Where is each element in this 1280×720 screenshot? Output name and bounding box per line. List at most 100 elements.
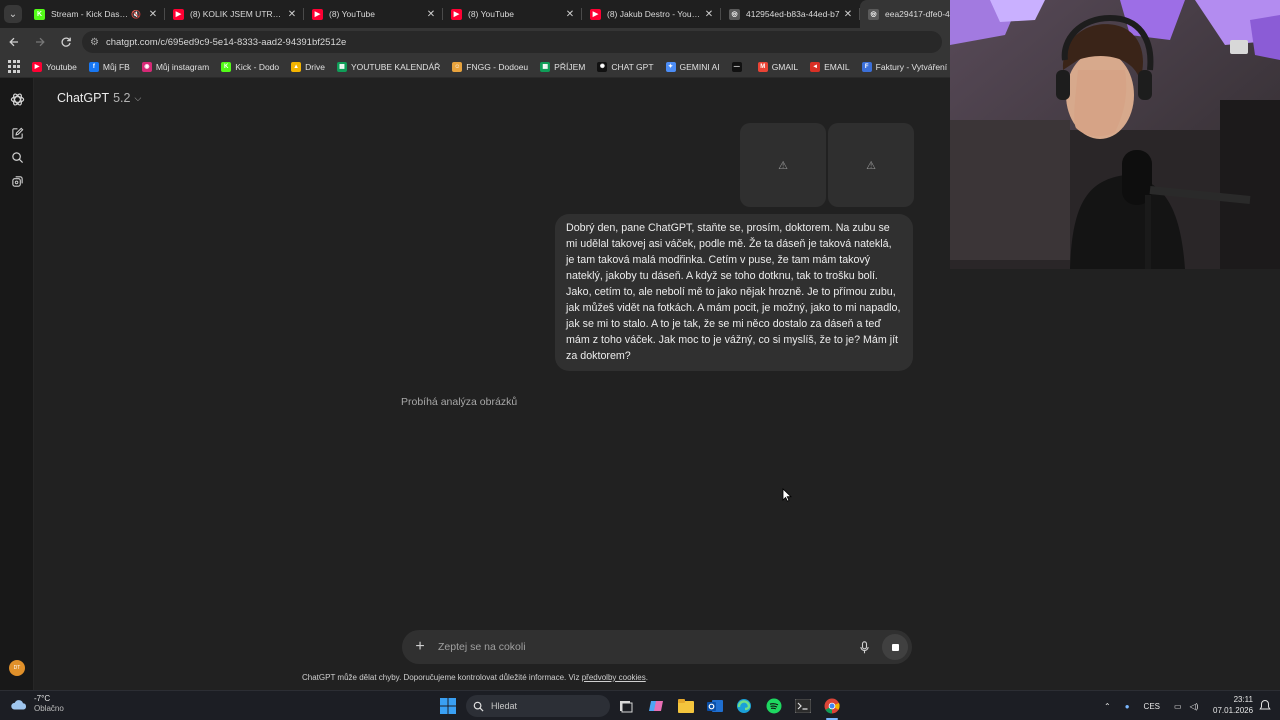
bookmark-item[interactable]: ✦ GEMINI AI bbox=[665, 61, 720, 72]
arrow-left-icon bbox=[9, 37, 18, 47]
cookie-preferences-link[interactable]: předvolby cookies bbox=[582, 673, 646, 682]
close-tab-icon[interactable]: ✕ bbox=[564, 9, 576, 20]
bookmark-item[interactable]: ▲ Drive bbox=[291, 61, 325, 72]
temperature: -7°C bbox=[34, 694, 51, 703]
stop-generating-button[interactable] bbox=[882, 634, 908, 660]
notifications-icon[interactable] bbox=[1258, 697, 1272, 713]
model-version: 5.2 bbox=[113, 91, 131, 105]
network-icon[interactable]: ▭ bbox=[1174, 702, 1182, 711]
close-tab-icon[interactable]: ✕ bbox=[425, 9, 437, 20]
globe-icon: ◎ bbox=[868, 8, 879, 20]
chatgpt-logo-icon[interactable] bbox=[9, 91, 25, 107]
model-selector[interactable]: ChatGPT 5.2 ⌵ bbox=[57, 91, 141, 105]
email-icon: ◄ bbox=[810, 61, 821, 72]
bookmark-item[interactable]: f Můj FB bbox=[88, 61, 130, 72]
drive-icon: ▲ bbox=[291, 61, 302, 72]
close-tab-icon[interactable]: ✕ bbox=[286, 9, 298, 20]
youtube-icon: ▶ bbox=[32, 61, 42, 72]
message-composer[interactable]: + Zeptej se na cokoli bbox=[402, 630, 912, 664]
instagram-icon: ◉ bbox=[141, 61, 152, 72]
tab-search-button[interactable]: ⌄ bbox=[0, 0, 26, 28]
browser-tab[interactable]: ▶ (8) Jakub Destro - YouTub ✕ bbox=[582, 0, 721, 28]
close-tab-icon[interactable]: ✕ bbox=[703, 9, 715, 20]
browser-tab[interactable]: ▶ (8) YouTube ✕ bbox=[443, 0, 582, 28]
weather-widget[interactable]: -7°C Oblačno bbox=[10, 694, 64, 714]
cloud-icon bbox=[11, 700, 27, 710]
prompt-input[interactable]: Zeptej se na cokoli bbox=[438, 641, 854, 653]
bookmark-item[interactable]: ✺ CHAT GPT bbox=[597, 61, 654, 72]
tab-title: (8) YouTube bbox=[329, 9, 375, 19]
close-tab-icon[interactable]: ✕ bbox=[842, 9, 854, 20]
chevron-down-icon: ⌄ bbox=[4, 5, 22, 23]
outlook-icon[interactable] bbox=[705, 696, 725, 716]
browser-tab[interactable]: ▶ (8) YouTube ✕ bbox=[304, 0, 443, 28]
muted-audio-icon[interactable]: 🔇 bbox=[131, 10, 141, 19]
close-tab-icon[interactable]: ✕ bbox=[147, 9, 159, 20]
chevron-down-icon: ⌵ bbox=[134, 92, 142, 103]
bookmark-item[interactable]: F Faktury - Vytváření bbox=[861, 61, 947, 72]
tab-title: (8) KOLIK JSEM UTRATIL Z bbox=[190, 9, 286, 19]
system-tray: ⌃ ● CES ▭ ◁) bbox=[1104, 691, 1198, 720]
spotify-icon[interactable] bbox=[764, 696, 784, 716]
copilot-icon[interactable] bbox=[646, 696, 666, 716]
reload-icon bbox=[61, 37, 71, 47]
navigation-bar: ⚙ chatgpt.com/c/695ed9c9-5e14-8333-aad2-… bbox=[0, 28, 950, 56]
warning-icon: ⚠ bbox=[778, 159, 788, 172]
site-info-icon[interactable]: ⚙ bbox=[90, 37, 99, 48]
search-icon[interactable] bbox=[9, 149, 25, 165]
taskbar-search[interactable]: Hledat bbox=[466, 695, 610, 717]
address-bar[interactable]: ⚙ chatgpt.com/c/695ed9c9-5e14-8333-aad2-… bbox=[82, 31, 942, 53]
stop-icon bbox=[891, 643, 899, 651]
bookmark-item[interactable]: ▦ PŘÍJEM bbox=[540, 61, 585, 72]
add-attachment-button[interactable]: + bbox=[402, 638, 438, 656]
bookmark-label: YOUTUBE KALENDÁŘ bbox=[350, 61, 441, 72]
sidebar-rail: DT bbox=[0, 78, 34, 690]
bookmark-item[interactable]: M GMAIL bbox=[757, 61, 798, 72]
volume-icon[interactable]: ◁) bbox=[1190, 702, 1199, 711]
browser-tab[interactable]: ▶ (8) KOLIK JSEM UTRATIL Z✕ bbox=[165, 0, 304, 28]
bookmark-item[interactable]: ◉ Můj instagram bbox=[141, 61, 209, 72]
chatgpt-app: DT ChatGPT 5.2 ⌵ ⚠ ⚠ Dobrý den, pane Cha… bbox=[0, 78, 950, 690]
clock[interactable]: 23:11 07.01.2026 bbox=[1213, 694, 1253, 716]
search-placeholder: Hledat bbox=[491, 701, 518, 711]
back-button[interactable] bbox=[2, 30, 26, 54]
bookmark-item[interactable]: ☺ FNGG - Dodoeu bbox=[452, 61, 529, 72]
chrome-icon[interactable] bbox=[822, 696, 842, 716]
chevron-up-icon[interactable]: ⌃ bbox=[1104, 702, 1111, 711]
forward-button[interactable] bbox=[28, 30, 52, 54]
bookmark-label: GEMINI AI bbox=[679, 61, 720, 72]
library-icon[interactable] bbox=[9, 173, 25, 189]
file-explorer-icon[interactable] bbox=[676, 696, 696, 716]
task-view-icon[interactable] bbox=[616, 696, 636, 716]
language-indicator[interactable]: CES bbox=[1144, 702, 1160, 711]
attached-image-1[interactable]: ⚠ bbox=[740, 123, 826, 207]
search-icon bbox=[473, 701, 484, 712]
windows-start-icon[interactable] bbox=[438, 696, 458, 716]
bookmark-item[interactable]: ◄ EMAIL bbox=[810, 61, 850, 72]
browser-tab[interactable]: ◎ 412954ed-b83a-44ed-b7 ✕ bbox=[721, 0, 860, 28]
bookmark-label: Youtube bbox=[46, 61, 77, 72]
time: 23:11 bbox=[1233, 695, 1253, 704]
attached-image-2[interactable]: ⚠ bbox=[828, 123, 914, 207]
bookmark-item[interactable]: ▶ Youtube bbox=[32, 61, 77, 72]
bookmark-label: CHAT GPT bbox=[611, 61, 654, 72]
terminal-icon[interactable] bbox=[793, 696, 813, 716]
reload-button[interactable] bbox=[54, 30, 78, 54]
bookmark-item[interactable]: K Kick - Dodo bbox=[221, 61, 279, 72]
webcam-overlay bbox=[950, 0, 1280, 269]
bookmark-label: Drive bbox=[305, 61, 325, 72]
bookmark-item[interactable]: — bbox=[731, 61, 746, 72]
bookmark-label: FNGG - Dodoeu bbox=[466, 61, 529, 72]
apps-grid-icon[interactable] bbox=[8, 59, 20, 74]
model-name: ChatGPT bbox=[57, 91, 110, 105]
bookmark-item[interactable]: ▦ YOUTUBE KALENDÁŘ bbox=[336, 61, 441, 72]
edge-icon[interactable] bbox=[734, 696, 754, 716]
youtube-icon: ▶ bbox=[590, 8, 601, 20]
microphone-icon[interactable] bbox=[854, 640, 874, 654]
microphone-tray-icon[interactable]: ● bbox=[1125, 702, 1130, 711]
browser-tab[interactable]: K Stream - Kick Dashbo 🔇 ✕ bbox=[26, 0, 165, 28]
gmail-icon: M bbox=[757, 61, 768, 72]
new-chat-icon[interactable] bbox=[9, 125, 25, 141]
disclaimer: ChatGPT může dělat chyby. Doporučujeme k… bbox=[0, 673, 950, 682]
gemini-icon: ✦ bbox=[665, 61, 676, 72]
